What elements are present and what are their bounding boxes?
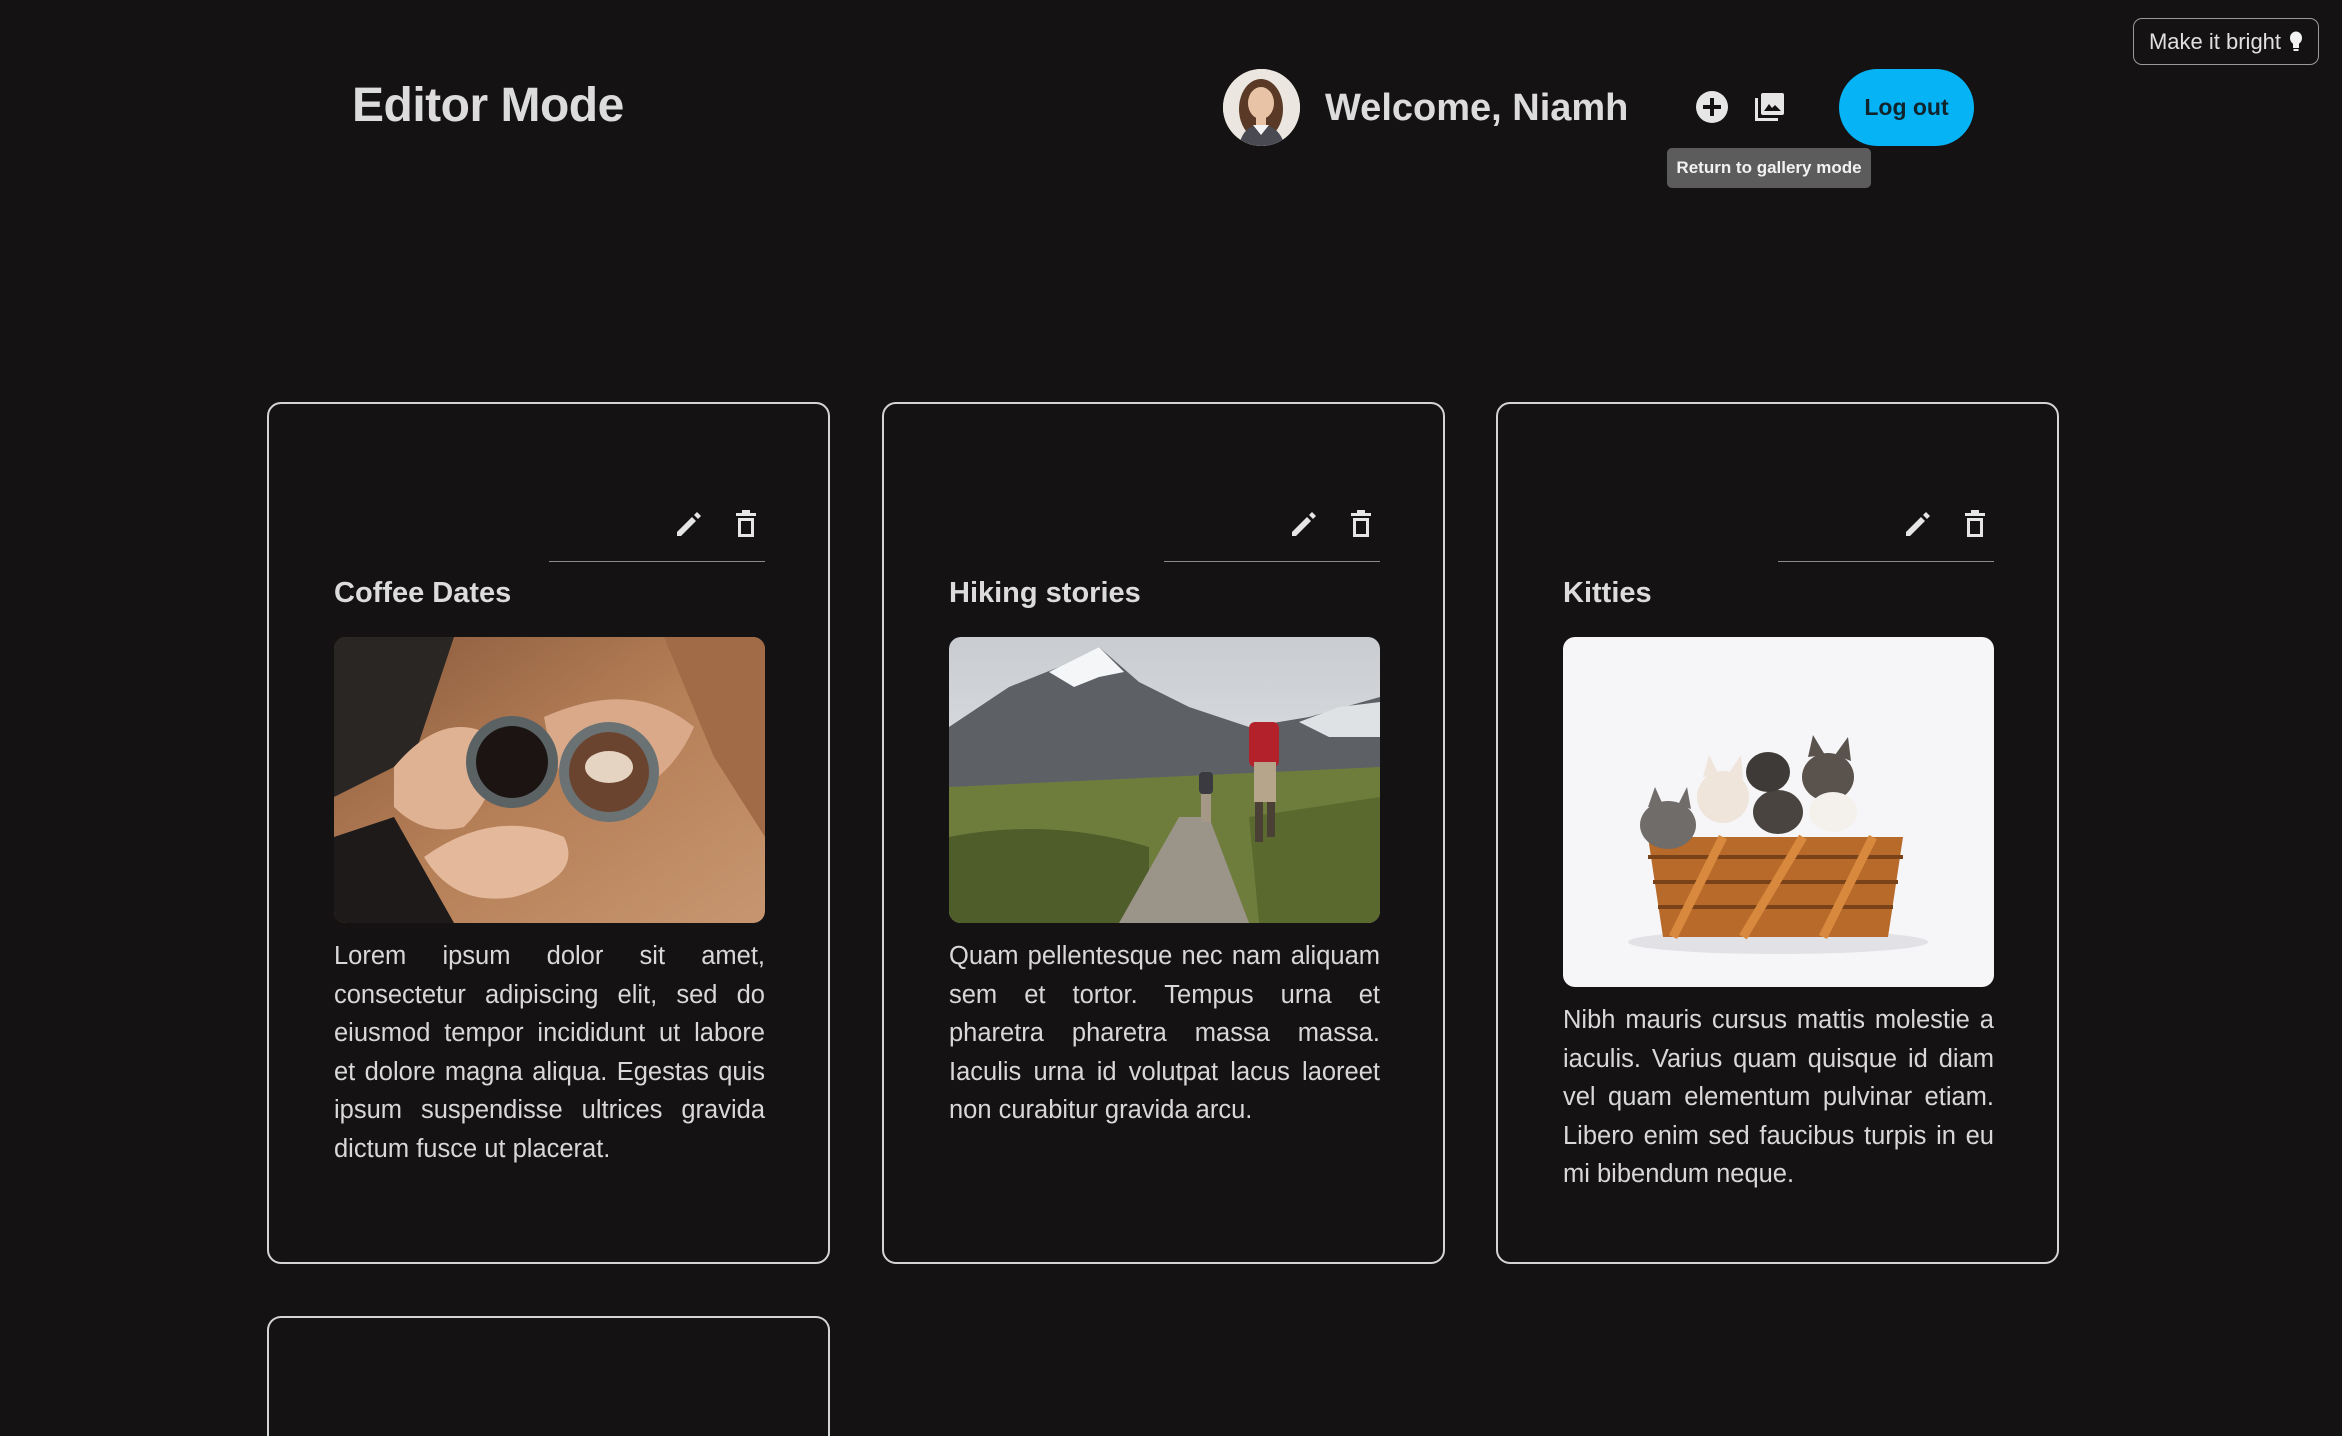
logout-button[interactable]: Log out bbox=[1839, 69, 1974, 146]
card-description: Nibh mauris cursus mattis molestie a iac… bbox=[1563, 1006, 1994, 1188]
trash-icon bbox=[736, 510, 756, 537]
delete-button[interactable] bbox=[726, 504, 766, 544]
make-it-bright-button[interactable]: Make it bright bbox=[2133, 18, 2319, 65]
pencil-icon bbox=[1292, 512, 1316, 536]
card-toolbar bbox=[1778, 504, 1994, 562]
delete-button[interactable] bbox=[1955, 504, 1995, 544]
trash-icon bbox=[1965, 510, 1985, 537]
edit-button[interactable] bbox=[1284, 504, 1324, 544]
post-card-coffee-dates: Coffee Dates Lorem ipsum dolor sit amet,… bbox=[267, 402, 830, 1264]
card-title: Kitties bbox=[1563, 577, 1652, 609]
card-description: Quam pellentesque nec nam aliquam sem et… bbox=[949, 942, 1380, 1124]
edit-button[interactable] bbox=[669, 504, 709, 544]
card-title: Hiking stories bbox=[949, 577, 1141, 609]
card-description: Lorem ipsum dolor sit amet, consectetur … bbox=[334, 942, 765, 1163]
welcome-message: Welcome, Niamh bbox=[1325, 87, 1629, 129]
pencil-icon bbox=[1906, 512, 1930, 536]
delete-button[interactable] bbox=[1341, 504, 1381, 544]
page-title: Editor Mode bbox=[352, 79, 624, 132]
post-card-partial bbox=[267, 1316, 830, 1436]
kittens-basket-image bbox=[1563, 637, 1994, 987]
post-card-hiking-stories: Hiking stories Quam pellentesque nec nam… bbox=[882, 402, 1445, 1264]
hiking-mountains-image bbox=[949, 637, 1380, 923]
card-toolbar bbox=[1164, 504, 1380, 562]
trash-icon bbox=[1351, 510, 1371, 537]
gallery-mode-tooltip: Return to gallery mode bbox=[1667, 148, 1871, 188]
card-title: Coffee Dates bbox=[334, 577, 512, 609]
coffee-cups-image bbox=[334, 637, 765, 923]
pencil-icon bbox=[677, 512, 701, 536]
plus-circle-icon bbox=[1696, 91, 1728, 123]
photo-library-icon bbox=[1755, 93, 1784, 121]
lightbulb-icon bbox=[2290, 31, 2303, 51]
post-card-kitties: Kitties Nibh mauris cursus mattis molest… bbox=[1496, 402, 2059, 1264]
edit-button[interactable] bbox=[1898, 504, 1938, 544]
make-it-bright-label: Make it bright bbox=[2148, 28, 2282, 54]
add-post-button[interactable] bbox=[1692, 87, 1732, 127]
card-toolbar bbox=[549, 504, 765, 562]
gallery-mode-button[interactable] bbox=[1749, 87, 1789, 127]
avatar bbox=[1223, 69, 1300, 146]
